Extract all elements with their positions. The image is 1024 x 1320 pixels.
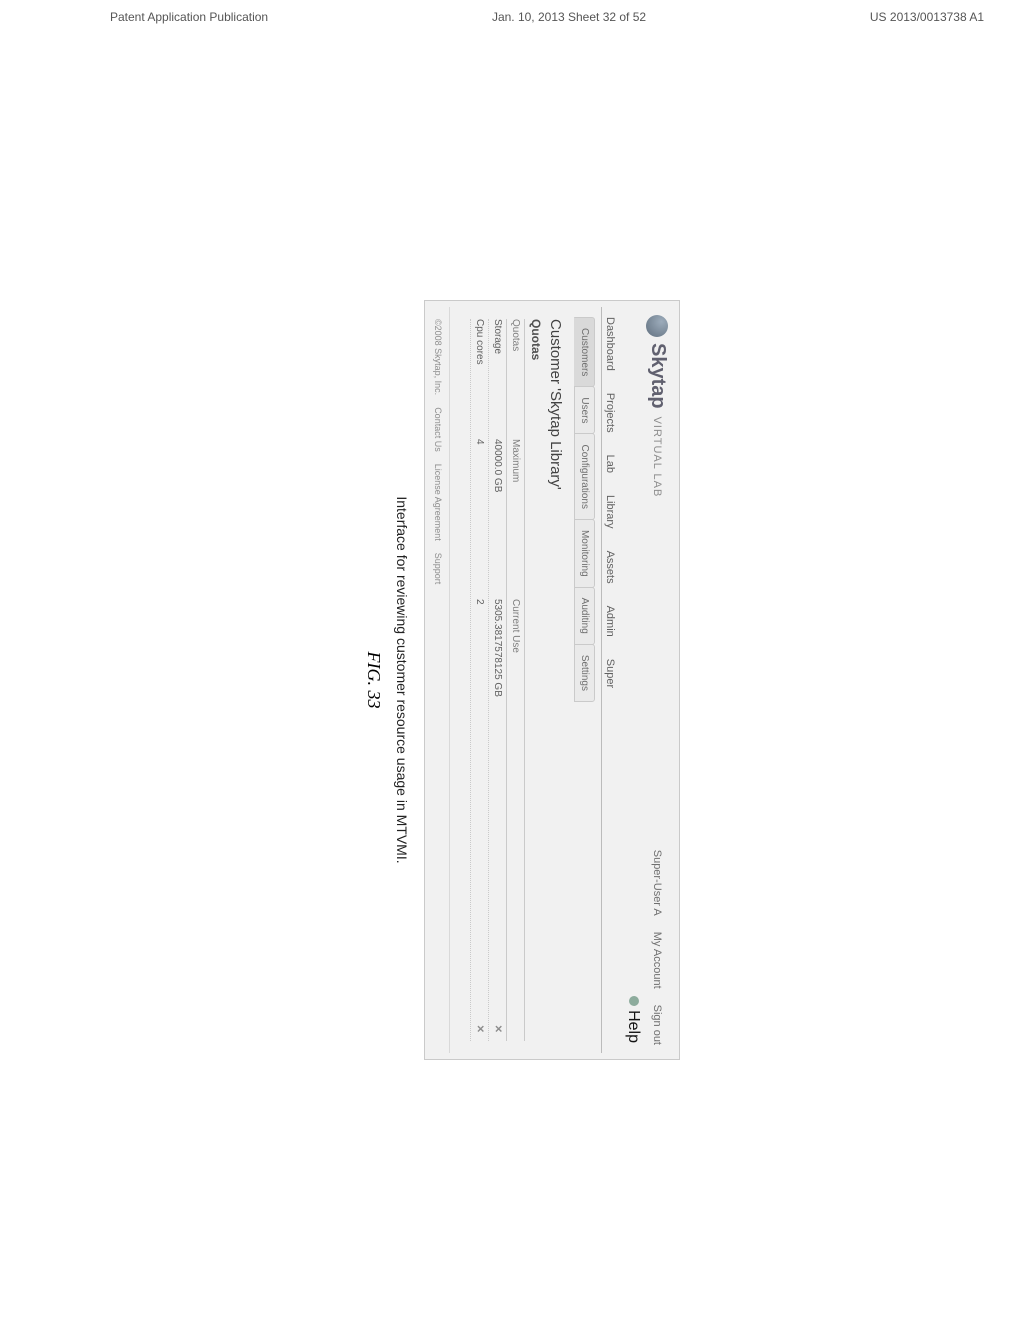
- col-header-cur: Current Use: [510, 599, 521, 899]
- tab-admin[interactable]: Admin: [604, 606, 616, 637]
- quota-max: 40000.0 GB: [492, 439, 503, 599]
- subtab-configurations[interactable]: Configurations: [574, 433, 595, 519]
- footer-support-link[interactable]: Support: [433, 553, 443, 585]
- header-left: Patent Application Publication: [110, 10, 268, 24]
- section-title: Customer 'Skytap Library': [545, 307, 566, 1053]
- footer-copyright: ©2008 Skytap, Inc.: [433, 319, 443, 395]
- sign-out-link[interactable]: Sign out: [652, 1005, 664, 1045]
- table-header-row: Quotas Maximum Current Use: [506, 319, 524, 1041]
- tab-library[interactable]: Library: [604, 495, 616, 529]
- quota-max: 4: [474, 439, 485, 599]
- quota-current: 2: [474, 599, 485, 899]
- footer-license-link[interactable]: License Agreement: [433, 464, 443, 541]
- tab-projects[interactable]: Projects: [604, 393, 616, 433]
- tab-lab[interactable]: Lab: [604, 455, 616, 473]
- subtab-customers[interactable]: Customers: [574, 317, 595, 387]
- help-link[interactable]: Help: [624, 996, 642, 1043]
- table-row: Cpu cores 4 2 ✕: [470, 319, 488, 1041]
- col-header-max: Maximum: [510, 439, 521, 599]
- tab-dashboard[interactable]: Dashboard: [604, 317, 616, 371]
- patent-page-header: Patent Application Publication Jan. 10, …: [0, 0, 1024, 29]
- tab-super[interactable]: Super: [604, 659, 616, 688]
- gear-icon: [629, 996, 639, 1006]
- app-topbar: Skytap VIRTUAL LAB Super-User A My Accou…: [642, 307, 673, 1053]
- header-center: Jan. 10, 2013 Sheet 32 of 52: [492, 10, 646, 24]
- quota-name: Cpu cores: [474, 319, 485, 439]
- sub-tabs: Customers Users Configurations Monitorin…: [574, 317, 595, 1043]
- figure-label: FIG. 33: [363, 300, 394, 1060]
- rotated-figure-container: Skytap VIRTUAL LAB Super-User A My Accou…: [120, 300, 680, 1060]
- brand-logo-icon: [647, 315, 669, 337]
- current-user: Super-User A: [652, 850, 664, 916]
- my-account-link[interactable]: My Account: [652, 932, 664, 989]
- delete-icon[interactable]: ✕: [474, 1025, 485, 1033]
- header-right: US 2013/0013738 A1: [870, 10, 984, 24]
- subsection-title: Quotas: [525, 307, 545, 1053]
- brand-subtitle: VIRTUAL LAB: [652, 417, 664, 498]
- figure-caption: Interface for reviewing customer resourc…: [394, 300, 424, 1060]
- delete-icon[interactable]: ✕: [492, 1025, 503, 1033]
- topbar-right: Super-User A My Account Sign out: [652, 850, 664, 1045]
- subtab-auditing[interactable]: Auditing: [574, 587, 595, 645]
- tab-assets[interactable]: Assets: [604, 551, 616, 584]
- table-row: Storage 40000.0 GB 5305.3817578125 GB ✕: [488, 319, 506, 1041]
- subtab-settings[interactable]: Settings: [574, 644, 595, 702]
- main-tabs: Dashboard Projects Lab Library Assets Ad…: [601, 307, 622, 1053]
- brand-name: Skytap: [646, 343, 669, 409]
- subtab-monitoring[interactable]: Monitoring: [574, 519, 595, 588]
- brand: Skytap VIRTUAL LAB: [646, 315, 669, 497]
- subtab-users[interactable]: Users: [574, 386, 595, 434]
- footer-contact-link[interactable]: Contact Us: [433, 407, 443, 452]
- quota-name: Storage: [492, 319, 503, 439]
- app-footer: ©2008 Skytap, Inc. Contact Us License Ag…: [431, 307, 450, 1053]
- quota-current: 5305.3817578125 GB: [492, 599, 503, 899]
- quota-table: Quotas Maximum Current Use Storage 40000…: [470, 319, 525, 1041]
- app-screenshot: Skytap VIRTUAL LAB Super-User A My Accou…: [424, 300, 680, 1060]
- col-header-name: Quotas: [510, 319, 521, 439]
